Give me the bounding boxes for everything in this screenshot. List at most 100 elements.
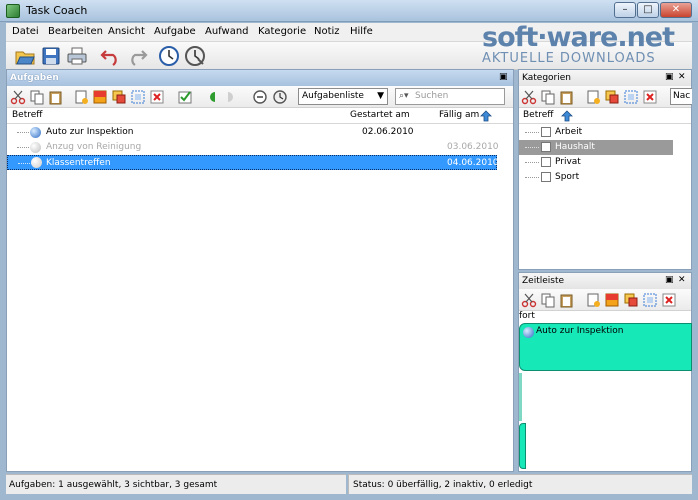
column-subject[interactable]: Betreff	[12, 108, 42, 123]
categories-panel-header: Kategorien ▣ ✕	[519, 70, 691, 86]
paste-icon[interactable]	[559, 292, 575, 308]
menu-notiz[interactable]: Notiz	[314, 26, 340, 37]
copy-icon[interactable]	[540, 292, 556, 308]
increase-priority-icon[interactable]	[223, 89, 239, 105]
category-item-selected[interactable]: Haushalt	[519, 140, 673, 155]
category-checkbox[interactable]	[541, 172, 551, 182]
categories-panel-title: Kategorien	[522, 73, 571, 83]
copy-icon[interactable]	[29, 89, 45, 105]
timeline-bar[interactable]: Auto zur Inspektion	[519, 323, 692, 371]
task-view-select-value: Aufgabenliste	[302, 91, 364, 101]
paste-icon[interactable]	[48, 89, 64, 105]
search-box[interactable]: ⌕▾ Suchen	[395, 88, 505, 105]
category-filter-select[interactable]: Nac	[670, 88, 692, 105]
category-label: Haushalt	[555, 142, 595, 152]
category-checkbox[interactable]	[541, 127, 551, 137]
timeline-panel-title: Zeitleiste	[522, 276, 565, 286]
task-row[interactable]: Auto zur Inspektion 02.06.2010	[7, 125, 497, 140]
edit-category-icon[interactable]	[623, 89, 639, 105]
stop-effort-icon[interactable]	[272, 89, 288, 105]
tree-connector	[525, 177, 539, 178]
column-due[interactable]: Fällig am	[439, 108, 479, 123]
menu-bearbeiten[interactable]: Bearbeiten	[48, 26, 103, 37]
new-task-icon[interactable]	[585, 292, 601, 308]
cut-icon[interactable]	[521, 292, 537, 308]
category-label: Arbeit	[555, 127, 583, 137]
maximize-panel-icon[interactable]: ▣	[665, 72, 675, 82]
tasks-panel: Aufgaben ▣ Aufgabenliste ▼ ⌕▾ Suchen Bet…	[6, 69, 514, 472]
category-item[interactable]: Privat	[519, 155, 691, 170]
decrease-priority-icon[interactable]	[204, 89, 220, 105]
task-subject: Auto zur Inspektion	[46, 127, 134, 137]
save-icon[interactable]	[40, 45, 62, 67]
task-coach-app-icon	[6, 4, 20, 18]
menu-kategorie[interactable]: Kategorie	[258, 26, 306, 37]
timeline-panel: Zeitleiste ▣ ✕ fort Auto zur Inspektion	[518, 272, 692, 472]
search-icon: ⌕▾	[399, 91, 409, 101]
undo-icon[interactable]	[100, 45, 122, 67]
menu-ansicht[interactable]: Ansicht	[108, 26, 145, 37]
categories-panel: Kategorien ▣ ✕ Nac Betreff Arbeit Hausha…	[518, 69, 692, 270]
task-row[interactable]: Anzug von Reinigung 03.06.2010	[7, 140, 499, 155]
sort-ascending-icon[interactable]	[480, 110, 492, 122]
task-active-icon	[30, 127, 41, 138]
start-effort-icon[interactable]	[252, 89, 268, 105]
minimize-button[interactable]: –	[614, 2, 636, 18]
task-subject: Klassentreffen	[46, 158, 111, 168]
mark-complete-icon[interactable]	[177, 89, 193, 105]
maximize-button[interactable]: □	[637, 2, 659, 18]
task-row-selected[interactable]: Klassentreffen 04.06.2010	[7, 155, 499, 170]
edit-task-icon[interactable]	[130, 89, 146, 105]
close-panel-icon[interactable]: ✕	[678, 72, 688, 82]
edit-task-icon[interactable]	[642, 292, 658, 308]
delete-category-icon[interactable]	[642, 89, 658, 105]
new-task-icon[interactable]	[73, 89, 89, 105]
new-task-template-icon[interactable]	[604, 292, 620, 308]
column-started[interactable]: Gestartet am	[350, 108, 410, 123]
category-item[interactable]: Sport	[519, 170, 691, 185]
task-inactive-icon	[31, 157, 42, 168]
cut-icon[interactable]	[10, 89, 26, 105]
task-view-select[interactable]: Aufgabenliste ▼	[298, 88, 388, 105]
menu-aufgabe[interactable]: Aufgabe	[154, 26, 196, 37]
start-tracking-icon[interactable]	[158, 45, 180, 67]
column-subject[interactable]: Betreff	[523, 108, 553, 123]
chevron-down-icon: ▼	[377, 91, 384, 101]
timeline-panel-header: Zeitleiste ▣ ✕	[519, 273, 691, 289]
category-checkbox[interactable]	[541, 142, 551, 152]
copy-icon[interactable]	[540, 89, 556, 105]
category-item[interactable]: Arbeit	[519, 125, 691, 140]
category-checkbox[interactable]	[541, 157, 551, 167]
tasks-panel-header: Aufgaben ▣	[7, 70, 513, 86]
menu-aufwand[interactable]: Aufwand	[205, 26, 249, 37]
open-file-icon[interactable]	[14, 45, 36, 67]
new-subcategory-icon[interactable]	[604, 89, 620, 105]
delete-task-icon[interactable]	[149, 89, 165, 105]
paste-icon[interactable]	[559, 89, 575, 105]
tree-connector	[18, 163, 32, 164]
close-panel-icon[interactable]: ✕	[678, 275, 688, 285]
maximize-panel-icon[interactable]: ▣	[665, 275, 675, 285]
status-task-counts: Aufgaben: 1 ausgewählt, 3 sichtbar, 3 ge…	[9, 480, 218, 490]
task-active-icon	[523, 327, 534, 338]
maximize-panel-icon[interactable]: ▣	[499, 72, 509, 82]
new-category-icon[interactable]	[585, 89, 601, 105]
tasks-panel-title: Aufgaben	[10, 73, 59, 83]
tree-connector	[17, 132, 31, 133]
new-subtask-icon[interactable]	[111, 89, 127, 105]
cut-icon[interactable]	[521, 89, 537, 105]
menu-hilfe[interactable]: Hilfe	[350, 26, 373, 37]
sort-ascending-icon[interactable]	[561, 110, 573, 122]
redo-icon[interactable]	[126, 45, 148, 67]
print-icon[interactable]	[66, 45, 88, 67]
title-bar[interactable]	[0, 0, 698, 22]
delete-task-icon[interactable]	[661, 292, 677, 308]
timeline-bar-secondary[interactable]	[519, 423, 526, 469]
new-subtask-icon[interactable]	[623, 292, 639, 308]
menu-datei[interactable]: Datei	[12, 26, 39, 37]
close-button[interactable]: ✕	[660, 2, 692, 18]
new-task-template-icon[interactable]	[92, 89, 108, 105]
stop-tracking-icon[interactable]	[184, 45, 206, 67]
tasks-toolbar: Aufgabenliste ▼ ⌕▾ Suchen	[7, 86, 513, 108]
task-inactive-icon	[30, 142, 41, 153]
